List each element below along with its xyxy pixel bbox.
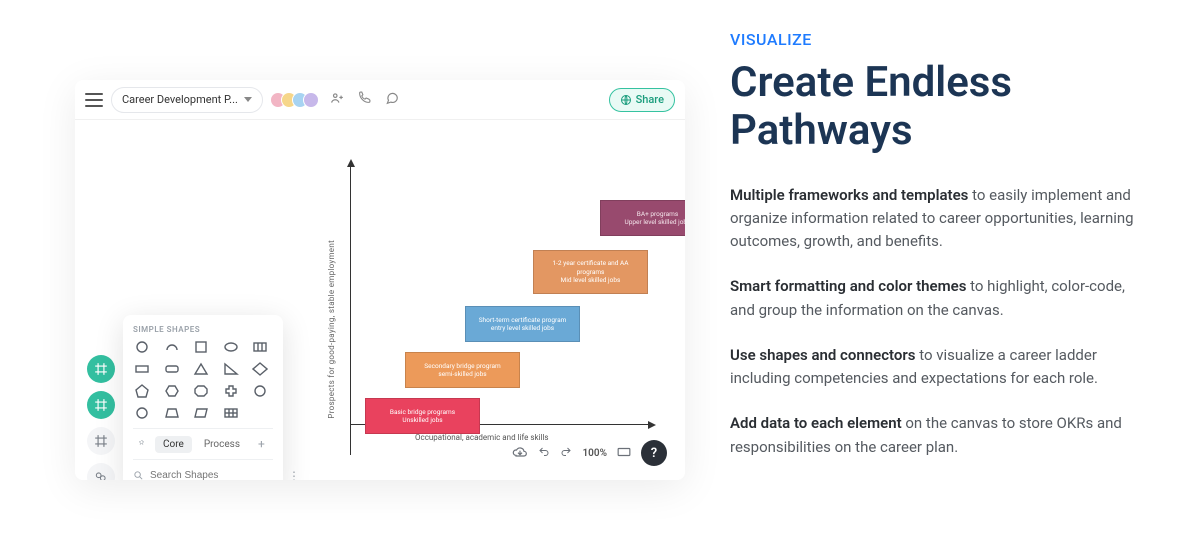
- fit-screen-icon[interactable]: [617, 447, 631, 460]
- shapes-tool[interactable]: [87, 463, 115, 480]
- stripe-shape-icon[interactable]: [251, 340, 269, 354]
- shapes-grid: [133, 340, 273, 420]
- frame-tool-2[interactable]: [87, 391, 115, 419]
- trapezoid-shape-icon[interactable]: [163, 406, 181, 420]
- share-button-label: Share: [636, 93, 664, 106]
- shapes-panel: SIMPLE SHAPES: [123, 315, 283, 480]
- app-topbar: Career Development P... Share: [75, 80, 685, 120]
- tool-rail: ✕: [87, 355, 115, 480]
- chevron-down-icon: [244, 97, 252, 102]
- help-button[interactable]: ?: [641, 440, 667, 466]
- cross-shape-icon[interactable]: [222, 384, 240, 398]
- feature-para-1: Multiple frameworks and templates to eas…: [730, 184, 1150, 254]
- document-title-dropdown[interactable]: Career Development P...: [111, 87, 263, 113]
- feature-para-4: Add data to each element on the canvas t…: [730, 412, 1150, 459]
- circle3-shape-icon[interactable]: [133, 406, 151, 420]
- y-axis-label: Prospects for good-paying, stable employ…: [327, 240, 336, 419]
- frame-tool-active[interactable]: [87, 355, 115, 383]
- circle-shape-icon[interactable]: [133, 340, 151, 354]
- arc-shape-icon[interactable]: [163, 340, 181, 354]
- menu-icon[interactable]: [85, 93, 103, 107]
- right-triangle-shape-icon[interactable]: [222, 362, 240, 376]
- pentagon-shape-icon[interactable]: [133, 384, 151, 398]
- feature-para-2: Smart formatting and color themes to hig…: [730, 275, 1150, 322]
- headline-text: Create Endless Pathways: [730, 59, 1150, 156]
- invite-icon[interactable]: [327, 91, 347, 109]
- grid-tool[interactable]: [87, 427, 115, 455]
- step-box-2[interactable]: Secondary bridge program semi-skilled jo…: [405, 352, 520, 388]
- shape-search-input[interactable]: [150, 470, 282, 480]
- step-box-5[interactable]: BA+ programs Upper level skilled jobs: [600, 200, 685, 236]
- share-button[interactable]: Share: [609, 88, 675, 112]
- undo-icon[interactable]: [538, 446, 550, 461]
- canvas[interactable]: Prospects for good-paying, stable employ…: [75, 120, 685, 480]
- pin-icon[interactable]: [133, 436, 151, 453]
- document-title-text: Career Development P...: [122, 93, 238, 106]
- cloud-sync-icon[interactable]: [512, 446, 528, 461]
- ellipse-shape-icon[interactable]: [222, 340, 240, 354]
- rect-shape-icon[interactable]: [133, 362, 151, 376]
- more-icon[interactable]: ⋮: [288, 469, 301, 481]
- marketing-copy: VISUALIZE Create Endless Pathways Multip…: [700, 0, 1200, 547]
- comment-icon[interactable]: [382, 91, 402, 109]
- tab-process[interactable]: Process: [196, 436, 248, 453]
- shapes-panel-title: SIMPLE SHAPES: [133, 325, 273, 334]
- shape-category-tabs: Core Process +: [133, 428, 273, 453]
- eyebrow-text: VISUALIZE: [730, 30, 1150, 49]
- parallelogram-shape-icon[interactable]: [192, 406, 210, 420]
- step-box-4[interactable]: 1-2 year certificate and AA programs Mid…: [533, 250, 648, 294]
- circle2-shape-icon[interactable]: [251, 384, 269, 398]
- step-box-1[interactable]: Basic bridge programs Unskilled jobs: [365, 398, 480, 434]
- triangle-shape-icon[interactable]: [192, 362, 210, 376]
- feature-para-3: Use shapes and connectors to visualize a…: [730, 344, 1150, 391]
- roundrect-shape-icon[interactable]: [163, 362, 181, 376]
- tab-add[interactable]: +: [252, 435, 271, 453]
- redo-icon[interactable]: [560, 446, 572, 461]
- step-box-3[interactable]: Short-term certificate program entry lev…: [465, 306, 580, 342]
- y-axis: [350, 165, 351, 455]
- square-shape-icon[interactable]: [192, 340, 210, 354]
- collaborator-avatars[interactable]: [275, 92, 319, 108]
- table-shape-icon[interactable]: [222, 406, 240, 420]
- call-icon[interactable]: [355, 91, 374, 108]
- octagon-shape-icon[interactable]: [192, 384, 210, 398]
- canvas-bottom-bar: 100% ?: [512, 440, 667, 466]
- app-preview: Career Development P... Share: [75, 80, 685, 480]
- shape-search: ⋮: [133, 459, 273, 480]
- diamond-shape-icon[interactable]: [251, 362, 269, 376]
- tab-core[interactable]: Core: [155, 436, 192, 453]
- zoom-level[interactable]: 100%: [582, 448, 607, 459]
- hexagon-shape-icon[interactable]: [163, 384, 181, 398]
- search-icon: [133, 466, 144, 480]
